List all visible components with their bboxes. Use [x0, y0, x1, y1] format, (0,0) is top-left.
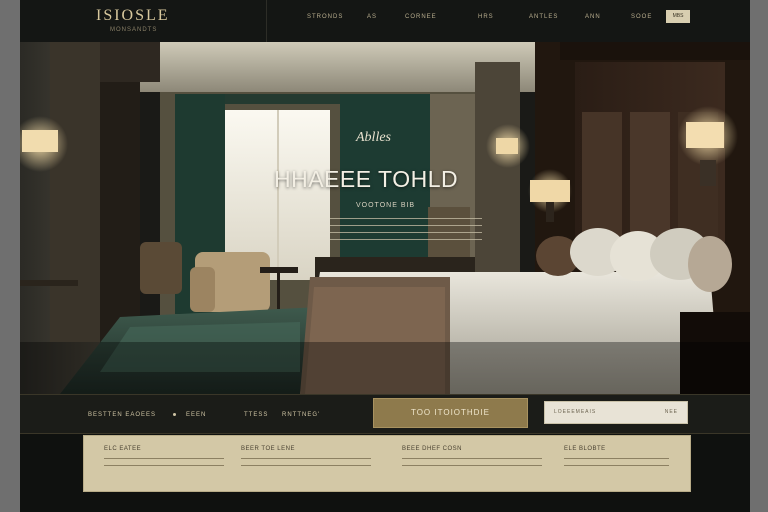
- brand-logo[interactable]: ISIOSLE: [96, 7, 170, 25]
- brand-tagline: MONSANDTS: [110, 27, 158, 33]
- booking-separator-dot: [173, 413, 176, 416]
- text-line: [241, 458, 371, 459]
- info-column-4: ELE BLOBTE: [564, 446, 669, 466]
- text-line: [564, 465, 669, 466]
- booking-item-4[interactable]: RNTTNEG': [282, 412, 320, 418]
- booking-bar: BESTTEN EAOEES EEEN TTESS RNTTNEG' TOO I…: [20, 394, 750, 434]
- search-placeholder: LOEEEMEAIS: [554, 409, 597, 415]
- search-submit-button[interactable]: NEE: [665, 409, 678, 415]
- text-line: [330, 218, 482, 219]
- info-column-1: ELC EATEE: [104, 446, 224, 466]
- info-column-title: ELC EATEE: [104, 446, 142, 452]
- text-line: [104, 465, 224, 466]
- nav-item-4[interactable]: HRS: [478, 14, 494, 20]
- hero-banner: Ablles HHAEEE TOHLD VOOTONE BIB: [20, 42, 750, 394]
- nav-item-6[interactable]: ANN: [585, 14, 601, 20]
- text-line: [330, 232, 482, 233]
- hero-overlay: Ablles HHAEEE TOHLD VOOTONE BIB: [20, 42, 750, 394]
- text-line: [330, 239, 482, 240]
- nav-item-7[interactable]: SOOE: [631, 14, 652, 20]
- nav-item-3[interactable]: CORNEE: [405, 14, 437, 20]
- nav-item-5[interactable]: ANTLES: [529, 14, 558, 20]
- info-column-2: BEER TOE LENE: [241, 446, 371, 466]
- search-input[interactable]: LOEEEMEAIS NEE: [544, 401, 688, 424]
- header: ISIOSLE MONSANDTS STRONDS AS CORNEE HRS …: [20, 0, 750, 43]
- header-cta-button[interactable]: MBS: [666, 10, 690, 23]
- header-divider: [266, 0, 267, 42]
- info-column-title: ELE BLOBTE: [564, 446, 606, 452]
- hero-subtitle: VOOTONE BIB: [356, 202, 416, 209]
- hero-title: HHAEEE TOHLD: [274, 166, 459, 192]
- info-column-3: BEEE DHEF COSN: [402, 446, 542, 466]
- info-panel: ELC EATEE BEER TOE LENE BEEE DHEF COSN E…: [83, 435, 691, 492]
- text-line: [402, 458, 542, 459]
- text-line: [402, 465, 542, 466]
- book-now-button[interactable]: TOO ITOIOTHDIE: [373, 398, 528, 428]
- text-line: [104, 458, 224, 459]
- nav-item-2[interactable]: AS: [367, 14, 377, 20]
- nav-item-1[interactable]: STRONDS: [307, 14, 343, 20]
- hero-script-heading: Ablles: [356, 130, 391, 145]
- booking-item-2[interactable]: EEEN: [186, 412, 206, 418]
- text-line: [330, 225, 482, 226]
- hero-body-text: [330, 218, 482, 246]
- page-frame: ISIOSLE MONSANDTS STRONDS AS CORNEE HRS …: [20, 0, 750, 512]
- booking-item-1[interactable]: BESTTEN EAOEES: [88, 412, 156, 418]
- booking-item-3[interactable]: TTESS: [244, 412, 268, 418]
- text-line: [241, 465, 371, 466]
- info-column-title: BEER TOE LENE: [241, 446, 295, 452]
- info-column-title: BEEE DHEF COSN: [402, 446, 463, 452]
- text-line: [564, 458, 669, 459]
